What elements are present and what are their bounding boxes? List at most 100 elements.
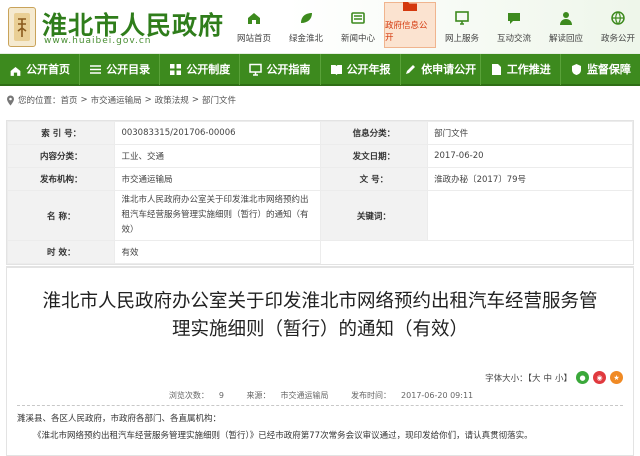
breadcrumb: 您的位置： 首页 > 市交通运输局 > 政策法规 > 部门文件 bbox=[0, 90, 640, 110]
topnav-item-label: 网上服务 bbox=[444, 34, 479, 44]
mainnav-item-2[interactable]: 公开制度 bbox=[160, 53, 241, 85]
topnav-item-1[interactable]: 绿金淮北 bbox=[280, 2, 332, 48]
mainnav-item-label: 公开首页 bbox=[26, 63, 71, 76]
font-size-large-button[interactable]: 大 bbox=[532, 372, 541, 384]
mainnav-item-3[interactable]: 公开指南 bbox=[240, 53, 321, 85]
topnav-item-label: 互动交流 bbox=[496, 34, 531, 44]
topnav-item-3[interactable]: 政府信息公开 bbox=[384, 2, 436, 48]
mainnav-item-7[interactable]: 监督保障 bbox=[561, 53, 640, 85]
person-icon bbox=[557, 9, 575, 27]
topnav-item-0[interactable]: 网站首页 bbox=[228, 2, 280, 48]
topnav-item-label: 绿金淮北 bbox=[288, 34, 323, 44]
publisher-value: 市交通运输局 bbox=[114, 167, 321, 191]
font-size-medium-button[interactable]: 中 bbox=[543, 372, 552, 384]
index-value: 003083315/201706-00006 bbox=[114, 121, 321, 145]
mainnav-item-label: 公开制度 bbox=[186, 63, 231, 76]
mainnav-item-4[interactable]: 公开年报 bbox=[321, 53, 401, 85]
book-icon bbox=[330, 63, 343, 76]
breadcrumb-separator: > bbox=[144, 95, 152, 105]
document-body: 淮北市人民政府办公室关于印发淮北市网络预约出租汽车经营服务管理实施细则（暂行）的… bbox=[6, 266, 634, 456]
info-category-value: 部门文件 bbox=[427, 121, 633, 145]
topnav-item-label: 政府信息公开 bbox=[385, 21, 428, 43]
topnav-item-7[interactable]: 政务公开 bbox=[592, 2, 640, 48]
mainnav-item-label: 公开目录 bbox=[106, 63, 151, 76]
font-size-small-button[interactable]: 小 bbox=[555, 372, 564, 384]
views-count: 9 bbox=[218, 391, 224, 400]
publish-time-label: 发布时间： bbox=[351, 391, 392, 400]
shield-icon bbox=[570, 63, 583, 76]
title-value: 淮北市人民政府办公室关于印发淮北市网络预约出租汽车经营服务管理实施细则（暂行）的… bbox=[114, 190, 321, 241]
mainnav-item-5[interactable]: 依申请公开 bbox=[401, 53, 481, 85]
wechat-share-icon[interactable]: ● bbox=[576, 371, 589, 384]
site-header: 淮北市人民政府 www.huaibei.gov.cn 网站首页 绿金淮北 新闻中心政… bbox=[0, 0, 640, 54]
doc-number-label: 文 号： bbox=[319, 167, 429, 191]
topnav-item-4[interactable]: 网上服务 bbox=[436, 2, 488, 48]
mainnav-item-label: 依申请公开 bbox=[421, 63, 477, 76]
breadcrumb-item-current[interactable]: 部门文件 bbox=[202, 94, 236, 106]
topnav-item-6[interactable]: 解读回应 bbox=[540, 2, 592, 48]
keywords-label: 关键词： bbox=[319, 190, 429, 241]
index-label: 索 引 号： bbox=[6, 121, 116, 145]
globe-icon bbox=[609, 9, 627, 27]
issue-date-value: 2017-06-20 bbox=[427, 144, 633, 168]
source-label: 来源： bbox=[246, 391, 271, 400]
mainnav-item-1[interactable]: 公开目录 bbox=[80, 53, 161, 85]
list-icon bbox=[89, 63, 102, 76]
home-icon bbox=[9, 63, 22, 76]
emblem-logo-icon[interactable] bbox=[8, 7, 36, 47]
qzone-share-icon[interactable]: ★ bbox=[610, 371, 623, 384]
mainnav-item-label: 监督保障 bbox=[586, 63, 631, 76]
publish-time-value: 2017-06-20 09:11 bbox=[401, 391, 474, 400]
document-title: 淮北市人民政府办公室关于印发淮北市网络预约出租汽车经营服务管理实施细则（暂行）的… bbox=[42, 291, 598, 340]
doc-icon bbox=[490, 63, 503, 76]
body-paragraph: 《淮北市网络预约出租汽车经营服务管理实施细则（暂行）》已经市政府第77次常务会议… bbox=[33, 431, 533, 441]
folder-icon bbox=[401, 0, 419, 14]
grid-icon bbox=[169, 63, 182, 76]
topnav-item-5[interactable]: 互动交流 bbox=[488, 2, 540, 48]
edit-icon bbox=[404, 63, 417, 76]
body-salutation: 濉溪县、各区人民政府，市政府各部门、各直属机构： bbox=[17, 414, 222, 424]
top-navigation: 网站首页 绿金淮北 新闻中心 政府信息公开网上服务 互动交流 解读回应 政务公开 bbox=[228, 2, 640, 48]
mainnav-item-6[interactable]: 工作推进 bbox=[481, 53, 561, 85]
issue-date-label: 发文日期： bbox=[319, 144, 429, 168]
doc-number-value: 淮政办秘〔2017〕79号 bbox=[427, 167, 633, 191]
breadcrumb-item-policy[interactable]: 政策法规 bbox=[155, 94, 189, 106]
breadcrumb-item-home[interactable]: 首页 bbox=[61, 94, 78, 106]
mainnav-item-0[interactable]: 公开首页 bbox=[0, 53, 81, 85]
breadcrumb-separator: > bbox=[80, 95, 88, 105]
topnav-item-label: 解读回应 bbox=[548, 34, 583, 44]
document-metadata-table: 索 引 号： 003083315/201706-00006 信息分类： 部门文件… bbox=[6, 120, 634, 265]
topnav-item-2[interactable]: 新闻中心 bbox=[332, 2, 384, 48]
source-value: 市交通运输局 bbox=[280, 391, 329, 400]
keywords-value bbox=[427, 190, 633, 241]
font-size-end: 】 bbox=[563, 373, 572, 384]
topnav-item-label: 政务公开 bbox=[600, 34, 635, 44]
mainnav-item-label: 工作推进 bbox=[506, 63, 551, 76]
font-size-label: 字体大小：【 bbox=[485, 373, 532, 384]
topnav-item-label: 新闻中心 bbox=[340, 34, 375, 44]
breadcrumb-prefix: 您的位置： bbox=[18, 96, 61, 106]
monitor-icon bbox=[249, 63, 263, 76]
info-category-label: 信息分类： bbox=[319, 121, 429, 145]
location-pin-icon bbox=[6, 95, 15, 106]
chat-icon bbox=[505, 9, 523, 27]
main-navigation: 公开首页 公开目录 公开制度 公开指南 公开年报 依申请公开 工作推进 监督保障 bbox=[0, 53, 640, 86]
views-label: 浏览次数： bbox=[168, 391, 209, 400]
breadcrumb-item-department[interactable]: 市交通运输局 bbox=[91, 94, 142, 106]
publisher-label: 发布机构： bbox=[6, 167, 116, 191]
content-category-label: 内容分类： bbox=[6, 144, 116, 168]
content-category-value: 工业、交通 bbox=[114, 144, 321, 168]
breadcrumb-separator: > bbox=[191, 95, 199, 105]
computer-icon bbox=[453, 9, 471, 27]
weibo-share-icon[interactable]: ◉ bbox=[593, 371, 606, 384]
mainnav-item-label: 公开指南 bbox=[266, 63, 311, 76]
validity-label: 时 效： bbox=[6, 240, 116, 264]
topnav-item-label: 网站首页 bbox=[236, 34, 271, 44]
mainnav-item-label: 公开年报 bbox=[346, 63, 391, 76]
font-size-tools: 字体大小：【 大 中 小 】 ● ◉ ★ bbox=[485, 371, 623, 384]
divider bbox=[17, 405, 623, 406]
document-info-line: 浏览次数： 9 来源： 市交通运输局 发布时间： 2017-06-20 09:11 bbox=[7, 390, 635, 401]
home-icon bbox=[245, 9, 263, 27]
title-label: 名 称： bbox=[6, 190, 116, 241]
leaf-icon bbox=[297, 9, 315, 27]
